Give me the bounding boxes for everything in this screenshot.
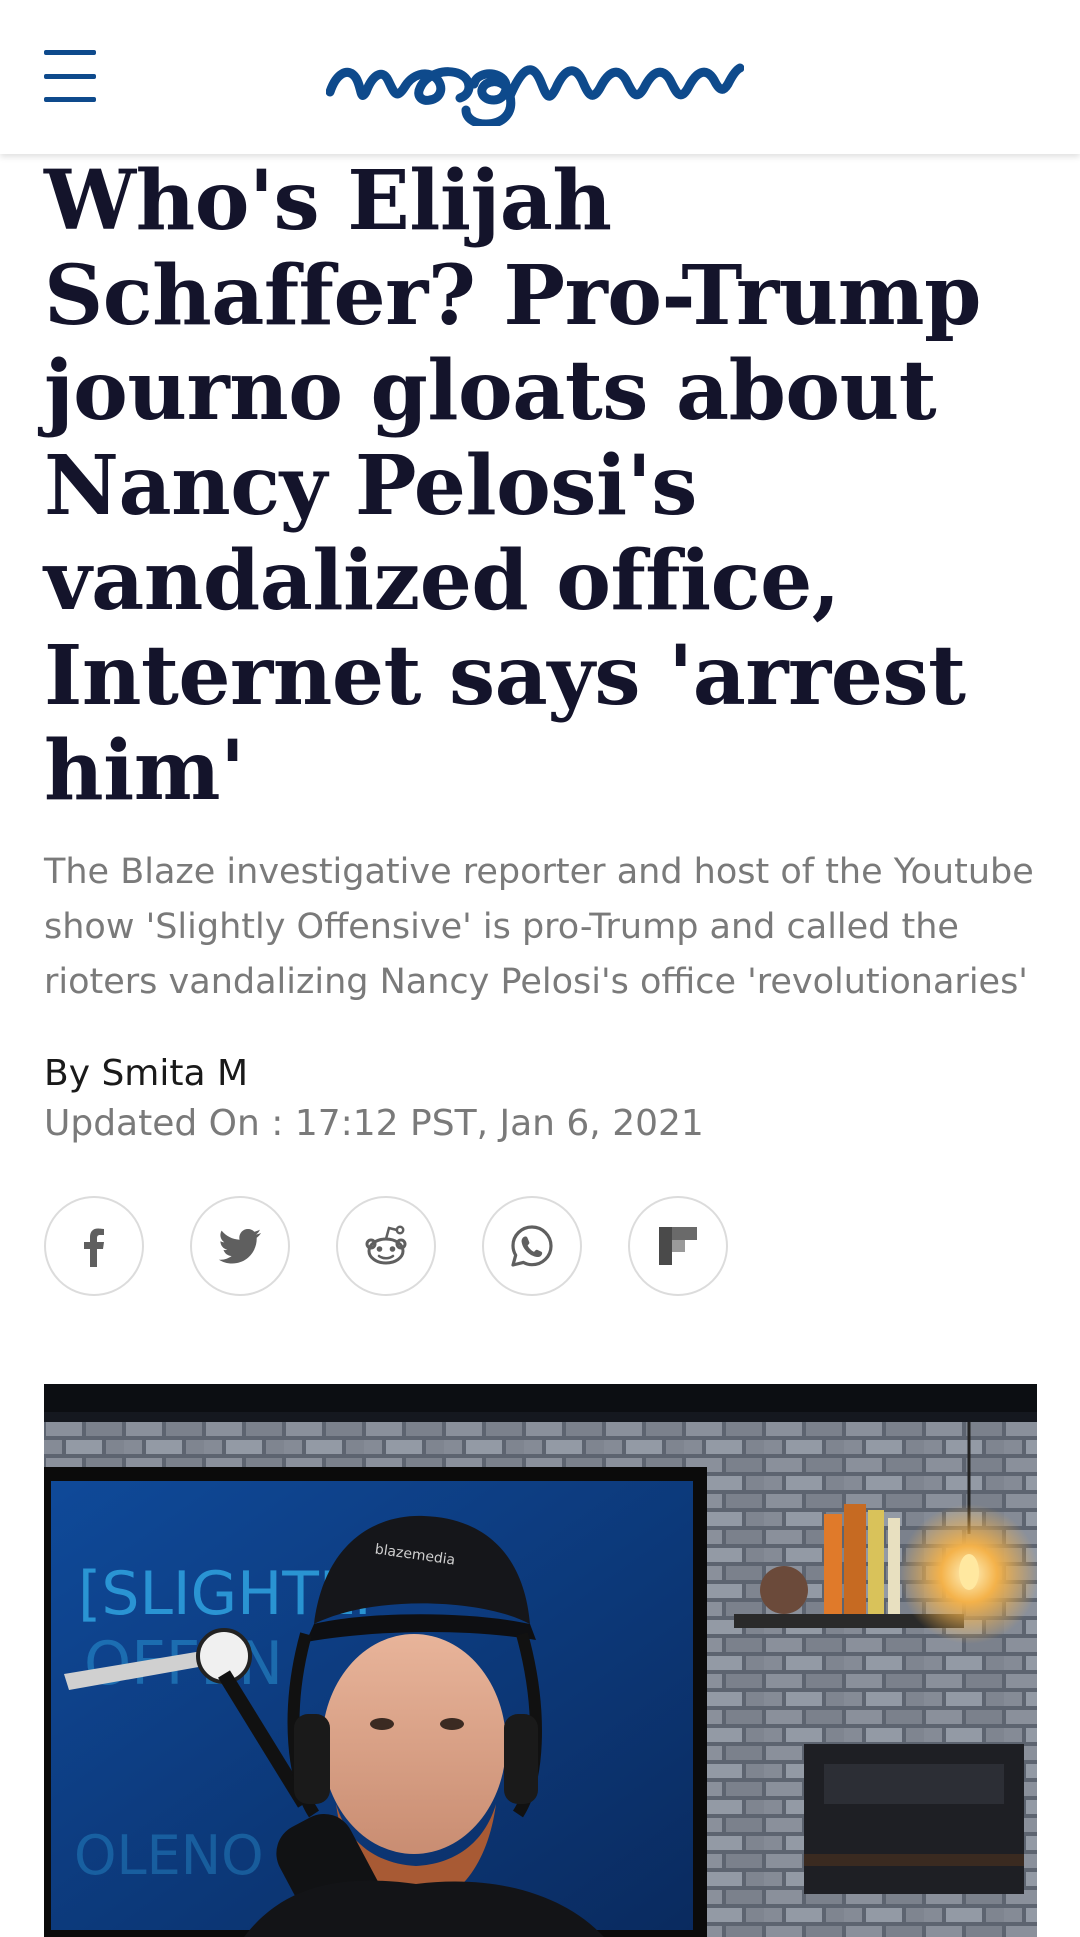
share-whatsapp-button[interactable] bbox=[482, 1196, 582, 1296]
article-subheadline: The Blaze investigative reporter and hos… bbox=[44, 852, 1034, 1002]
article-hero-image[interactable]: [SLIGHTLY OFFEN ER OLENO blazemedia bbox=[44, 1384, 1037, 1937]
site-header bbox=[0, 0, 1080, 154]
meaww-logo[interactable] bbox=[326, 44, 744, 126]
article: Who's Elijah Schaffer? Pro-Trump journo … bbox=[44, 154, 1036, 1296]
updated-timestamp: Updated On : 17:12 PST, Jan 6, 2021 bbox=[44, 1103, 704, 1144]
twitter-icon bbox=[218, 1229, 261, 1264]
share-reddit-button[interactable] bbox=[336, 1196, 436, 1296]
share-twitter-button[interactable] bbox=[190, 1196, 290, 1296]
share-facebook-button[interactable] bbox=[44, 1196, 144, 1296]
article-headline: Who's Elijah Schaffer? Pro-Trump journo … bbox=[44, 153, 981, 819]
whatsapp-icon bbox=[511, 1225, 553, 1267]
flipboard-icon bbox=[659, 1227, 697, 1265]
hero-photo: [SLIGHTLY OFFEN ER OLENO blazemedia bbox=[44, 1384, 1037, 1937]
author-byline[interactable]: By Smita M bbox=[44, 1052, 1036, 1096]
reddit-icon bbox=[365, 1225, 407, 1265]
share-buttons bbox=[44, 1196, 1036, 1296]
share-flipboard-button[interactable] bbox=[628, 1196, 728, 1296]
facebook-icon bbox=[84, 1228, 104, 1267]
svg-text:OLENO: OLENO bbox=[74, 1824, 264, 1887]
hamburger-menu-icon[interactable] bbox=[44, 50, 100, 102]
